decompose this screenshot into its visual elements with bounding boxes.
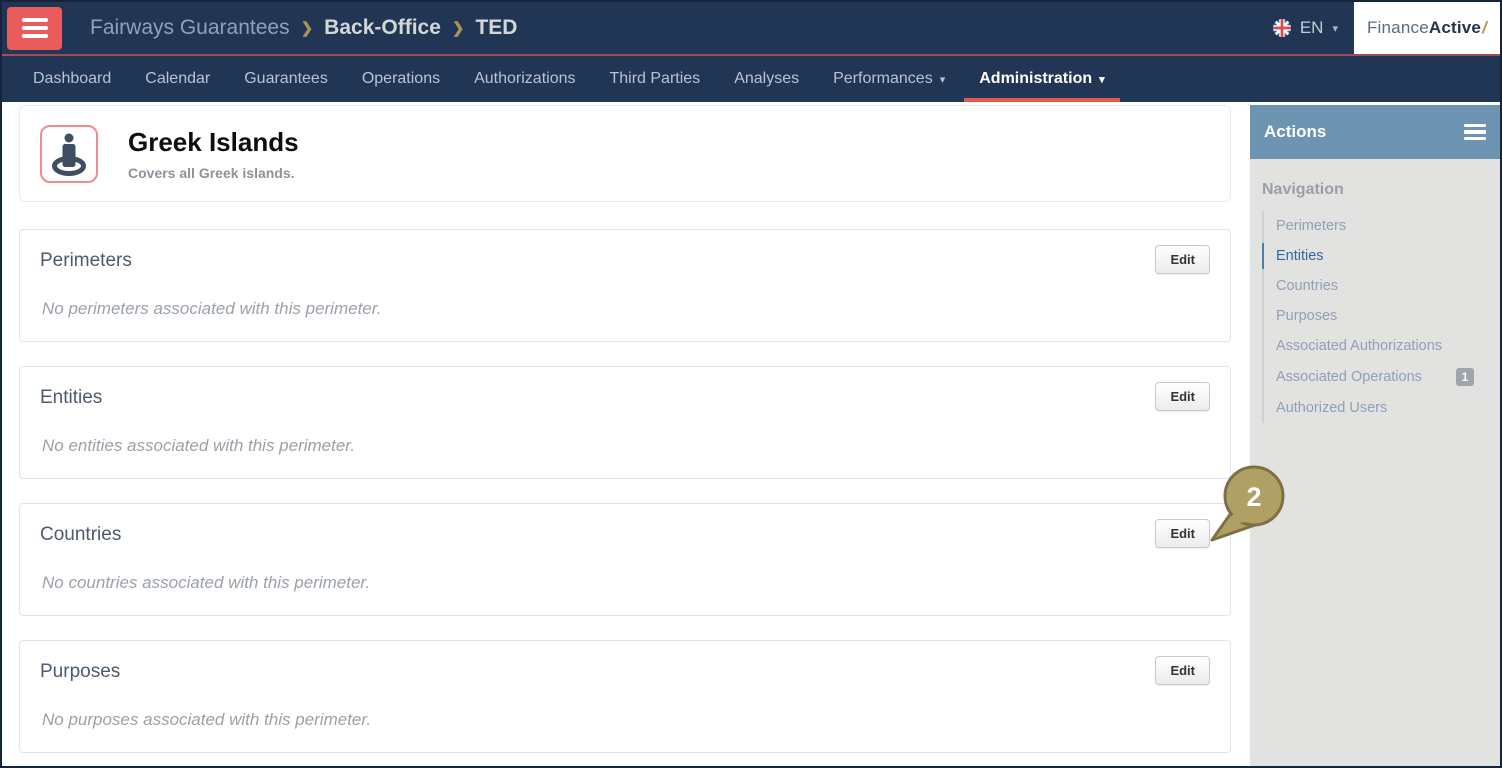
actions-title: Actions	[1264, 122, 1327, 141]
nav-item-label: Performances	[833, 70, 933, 87]
section-empty-text: No perimeters associated with this perim…	[42, 299, 382, 318]
sidebar-nav-list: Perimeters Entities Countries Purposes A…	[1262, 211, 1500, 423]
edit-button[interactable]: Edit	[1155, 245, 1210, 274]
nav-item-label: Third Parties	[609, 70, 701, 87]
section-card: Perimeters Edit No perimeters associated…	[19, 229, 1231, 342]
edit-button[interactable]: Edit	[1155, 656, 1210, 685]
nav-item[interactable]: Dashboard ▾	[16, 56, 128, 102]
nav-item-label: Operations	[361, 70, 441, 87]
section-title: Perimeters	[40, 250, 132, 271]
menu-icon[interactable]	[1464, 123, 1486, 141]
nav-item-label: Authorizations	[474, 70, 576, 87]
chevron-down-icon: ▾	[1099, 73, 1105, 86]
nav-item-label: Guarantees	[244, 70, 328, 87]
section-title: Purposes	[40, 661, 121, 682]
section-card: Entities Edit No entities associated wit…	[19, 366, 1231, 479]
section-card: Purposes Edit No purposes associated wit…	[19, 640, 1231, 753]
sidebar-nav-item-label: Purposes	[1276, 308, 1338, 324]
finance-active-logo: Finance Active /	[1354, 2, 1500, 54]
main-column: Greek Islands Covers all Greek islands. …	[2, 102, 1250, 766]
page-head-text: Greek Islands Covers all Greek islands.	[128, 127, 299, 181]
uk-flag-icon	[1272, 19, 1291, 37]
content-area: Greek Islands Covers all Greek islands. …	[2, 102, 1500, 766]
nav-item[interactable]: Analyses ▾	[717, 56, 816, 102]
nav-item[interactable]: Authorizations ▾	[457, 56, 592, 102]
nav-item[interactable]: Operations ▾	[345, 56, 457, 102]
sidebar-nav-item[interactable]: Purposes	[1264, 301, 1486, 331]
section-empty-text: No purposes associated with this perimet…	[42, 710, 372, 729]
count-badge: 1	[1456, 368, 1474, 386]
header-right-cluster: EN ▾ Finance Active /	[1272, 2, 1500, 54]
section-empty-text: No countries associated with this perime…	[42, 573, 371, 592]
sidebar-nav-item[interactable]: Entities	[1262, 241, 1486, 271]
page-title: Greek Islands	[128, 126, 299, 157]
nav-item-label: Administration	[979, 70, 1093, 87]
nav-item-label: Dashboard	[33, 70, 112, 87]
sidebar-nav-item-label: Associated Operations	[1276, 369, 1422, 385]
section-card-header: Perimeters Edit	[40, 245, 1210, 274]
sidebar-navigation-heading: Navigation	[1262, 181, 1344, 198]
edit-button[interactable]: Edit	[1155, 519, 1210, 548]
perimeter-icon	[40, 124, 98, 183]
language-code: EN	[1299, 18, 1324, 37]
language-selector[interactable]: EN ▾	[1272, 18, 1338, 38]
sidebar-nav-item-label: Perimeters	[1276, 218, 1347, 234]
section-list: Perimeters Edit No perimeters associated…	[19, 229, 1231, 753]
sidebar-body: Navigation Perimeters Entities Countries…	[1250, 159, 1500, 766]
breadcrumb-root[interactable]: Fairways Guarantees	[90, 16, 290, 40]
nav-item-label: Analyses	[734, 70, 800, 87]
sidebar-nav-item[interactable]: Countries	[1264, 271, 1486, 301]
sidebar-nav-item[interactable]: Perimeters	[1264, 211, 1486, 241]
active-tab-underline	[964, 98, 1120, 102]
perimeter-header-card: Greek Islands Covers all Greek islands.	[19, 105, 1231, 202]
nav-item-label: Calendar	[145, 70, 211, 87]
section-title: Entities	[40, 387, 103, 408]
nav-item[interactable]: Performances ▾	[816, 56, 962, 102]
breadcrumb-separator-icon: ❯	[451, 20, 465, 37]
main-nav: Dashboard ▾ Calendar ▾ Guarantees ▾ Oper…	[2, 56, 1500, 102]
page-subtitle: Covers all Greek islands.	[128, 164, 295, 181]
chevron-down-icon: ▾	[939, 73, 946, 86]
section-title: Countries	[40, 524, 122, 545]
breadcrumb-level2: TED	[475, 16, 518, 39]
nav-item[interactable]: Calendar ▾	[128, 56, 227, 102]
actions-sidebar: Actions Navigation Perimeters Entities C…	[1250, 102, 1500, 766]
edit-button[interactable]: Edit	[1155, 382, 1210, 411]
nav-item[interactable]: Administration ▾	[962, 56, 1121, 102]
app-window: Fairways Guarantees ❯ Back-Office ❯ TED …	[0, 0, 1502, 768]
sidebar-nav-item-label: Authorized Users	[1276, 400, 1388, 416]
section-card-header: Entities Edit	[40, 382, 1210, 411]
sidebar-nav-item-label: Associated Authorizations	[1276, 338, 1443, 354]
menu-icon[interactable]	[7, 6, 62, 50]
section-card: Countries Edit No countries associated w…	[19, 503, 1231, 616]
section-empty-text: No entities associated with this perimet…	[42, 436, 356, 455]
breadcrumb-level1[interactable]: Back-Office	[324, 16, 441, 40]
sidebar-nav-item-label: Entities	[1276, 248, 1324, 264]
sidebar-nav-item[interactable]: Associated Operations 1	[1264, 361, 1486, 393]
section-card-header: Purposes Edit	[40, 656, 1210, 685]
breadcrumb-separator-icon: ❯	[300, 20, 314, 37]
sidebar-nav-item[interactable]: Authorized Users	[1264, 393, 1486, 423]
person-on-ring-icon	[52, 133, 86, 176]
actions-panel-header[interactable]: Actions	[1250, 105, 1500, 159]
nav-item[interactable]: Third Parties ▾	[592, 56, 717, 102]
section-card-header: Countries Edit	[40, 519, 1210, 548]
top-header-bar: Fairways Guarantees ❯ Back-Office ❯ TED …	[2, 2, 1500, 54]
chevron-down-icon: ▾	[1332, 22, 1338, 35]
sidebar-nav-item[interactable]: Associated Authorizations	[1264, 331, 1486, 361]
sidebar-nav-item-label: Countries	[1276, 278, 1339, 294]
nav-item[interactable]: Guarantees ▾	[227, 56, 345, 102]
breadcrumb: Fairways Guarantees ❯ Back-Office ❯ TED	[90, 16, 517, 40]
